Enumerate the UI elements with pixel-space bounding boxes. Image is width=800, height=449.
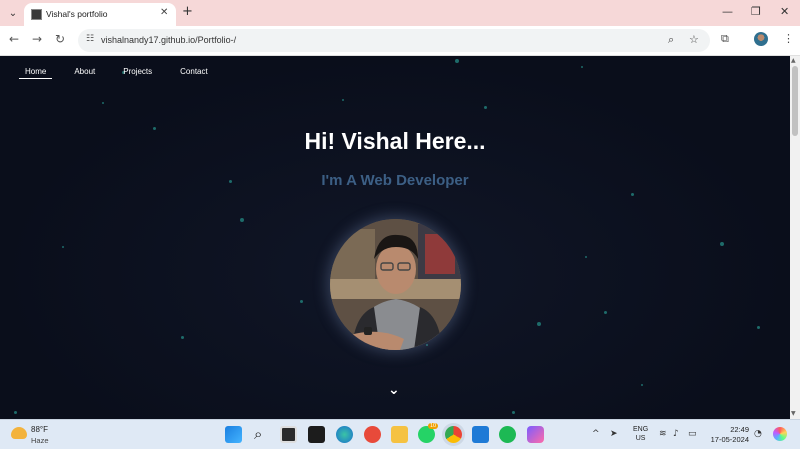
system-clock[interactable]: 22:49 17-05-2024 bbox=[709, 425, 749, 445]
weather-temperature[interactable]: 88°F bbox=[31, 425, 48, 434]
clock-time: 22:49 bbox=[730, 425, 749, 434]
particle-dot bbox=[14, 411, 17, 414]
whatsapp-badge: 10 bbox=[428, 423, 439, 429]
scrollbar-thumb[interactable] bbox=[792, 66, 798, 136]
language-indicator[interactable]: ENG US bbox=[633, 425, 648, 443]
close-window-button[interactable]: ✕ bbox=[780, 5, 789, 18]
location-arrow-icon[interactable]: ➤ bbox=[610, 429, 618, 439]
chrome-icon[interactable] bbox=[445, 426, 462, 443]
browser-toolbar: ← → ↻ ☷ vishalnandy17.github.io/Portfoli… bbox=[0, 26, 800, 56]
wifi-icon[interactable]: ≋ bbox=[659, 429, 667, 439]
reload-icon[interactable]: ↻ bbox=[55, 32, 65, 46]
figma-icon[interactable] bbox=[308, 426, 325, 443]
hero-title: Hi! Vishal Here... bbox=[304, 128, 486, 154]
search-icon[interactable]: ⌕ bbox=[254, 425, 262, 443]
forward-arrow-icon[interactable]: → bbox=[32, 32, 42, 46]
clock-date: 17-05-2024 bbox=[710, 435, 749, 444]
hero-subtitle: I'm A Web Developer bbox=[321, 172, 469, 189]
particle-dot bbox=[631, 193, 634, 196]
tray-chevron-up-icon[interactable]: ^ bbox=[592, 429, 600, 439]
volume-icon[interactable]: ♪ bbox=[673, 429, 679, 439]
minimize-button[interactable]: — bbox=[722, 5, 733, 18]
language-line1: ENG bbox=[633, 426, 649, 433]
address-bar[interactable]: ☷ vishalnandy17.github.io/Portfolio-/ ⌕ … bbox=[78, 29, 710, 52]
particle-dot bbox=[342, 99, 344, 101]
copilot-icon[interactable] bbox=[773, 427, 787, 441]
particle-dot bbox=[720, 242, 724, 246]
tab-strip: ⌄ Vishal's portfolio ✕ + — ❐ ✕ bbox=[0, 0, 800, 26]
notification-bell-icon[interactable]: ◔ bbox=[754, 429, 762, 439]
restore-button[interactable]: ❐ bbox=[751, 5, 761, 18]
particle-dot bbox=[102, 102, 104, 104]
particle-dot bbox=[581, 66, 583, 68]
particle-dot bbox=[62, 246, 64, 248]
profile-photo-illustration bbox=[330, 219, 461, 350]
tab-close-icon[interactable]: ✕ bbox=[160, 7, 168, 18]
weather-sun-haze-icon[interactable] bbox=[11, 427, 27, 439]
tab-search-chevron-icon[interactable]: ⌄ bbox=[4, 4, 22, 22]
zoom-icon[interactable]: ⌕ bbox=[668, 33, 674, 47]
windows-taskbar: 88°F Haze ⌕ 10 ^ ➤ ENG US ≋ ♪ ▭ 22:49 17… bbox=[0, 419, 800, 449]
particle-dot bbox=[604, 311, 607, 314]
particle-dot bbox=[585, 256, 587, 258]
nav-about-link[interactable]: About bbox=[68, 67, 101, 79]
nav-home-link[interactable]: Home bbox=[19, 67, 53, 79]
particle-dot bbox=[181, 336, 184, 339]
page-scrollbar[interactable]: ▲ ▼ bbox=[790, 56, 800, 419]
particle-dot bbox=[641, 384, 643, 386]
new-tab-button[interactable]: + bbox=[182, 4, 193, 19]
scroll-down-arrow-icon[interactable]: ▼ bbox=[791, 410, 796, 417]
file-explorer-icon[interactable] bbox=[391, 426, 408, 443]
spotify-icon[interactable] bbox=[499, 426, 516, 443]
extensions-puzzle-icon[interactable]: ⧉ bbox=[721, 32, 729, 46]
wps-office-icon[interactable] bbox=[364, 426, 381, 443]
weather-description[interactable]: Haze bbox=[31, 436, 49, 445]
battery-icon[interactable]: ▭ bbox=[688, 429, 697, 439]
nav-projects-link[interactable]: Projects bbox=[117, 67, 158, 79]
bookmark-star-icon[interactable]: ☆ bbox=[689, 33, 699, 46]
site-info-icon[interactable]: ☷ bbox=[86, 34, 94, 44]
edge-browser-icon[interactable] bbox=[336, 426, 353, 443]
app-triangle-icon[interactable] bbox=[527, 426, 544, 443]
particle-dot bbox=[484, 106, 487, 109]
url-text[interactable]: vishalnandy17.github.io/Portfolio-/ bbox=[101, 35, 236, 45]
nav-contact-link[interactable]: Contact bbox=[174, 67, 214, 79]
vscode-icon[interactable] bbox=[472, 426, 489, 443]
back-arrow-icon[interactable]: ← bbox=[9, 32, 19, 46]
particle-dot bbox=[240, 218, 244, 222]
tab-title: Vishal's portfolio bbox=[46, 9, 108, 19]
page-viewport: Home About Projects Contact Hi! Vishal H… bbox=[0, 56, 790, 419]
language-line2: US bbox=[635, 435, 646, 442]
scroll-up-arrow-icon[interactable]: ▲ bbox=[791, 57, 796, 64]
task-view-icon[interactable] bbox=[280, 426, 297, 443]
particle-dot bbox=[757, 326, 760, 329]
active-tab[interactable]: Vishal's portfolio ✕ bbox=[24, 3, 176, 26]
particle-dot bbox=[455, 59, 459, 63]
windows-start-icon[interactable] bbox=[225, 426, 242, 443]
profile-photo bbox=[330, 219, 461, 350]
menu-kebab-icon[interactable]: ⋮ bbox=[783, 32, 794, 45]
favicon-icon bbox=[31, 9, 42, 20]
chevron-down-icon[interactable]: ⌄ bbox=[388, 382, 400, 398]
particle-dot bbox=[426, 344, 428, 346]
particle-dot bbox=[512, 411, 515, 414]
particle-dot bbox=[300, 300, 303, 303]
site-nav: Home About Projects Contact bbox=[19, 67, 230, 79]
particle-dot bbox=[537, 322, 541, 326]
profile-avatar[interactable] bbox=[754, 32, 768, 46]
